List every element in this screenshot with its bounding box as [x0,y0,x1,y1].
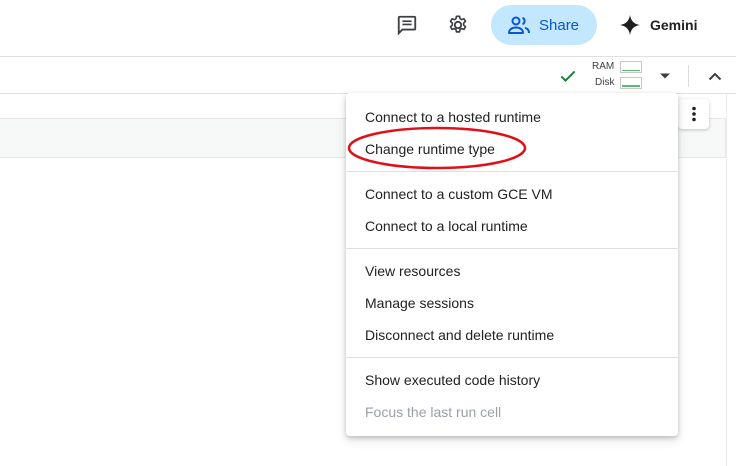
menu-item-disconnect-delete-runtime[interactable]: Disconnect and delete runtime [346,319,678,351]
share-label: Share [539,16,580,34]
menu-item-view-resources[interactable]: View resources [346,255,678,287]
menu-item-connect-local-runtime[interactable]: Connect to a local runtime [346,210,678,242]
menu-item-manage-sessions[interactable]: Manage sessions [346,287,678,319]
notebook-toolbar: RAM Disk [0,57,736,94]
comments-icon [397,15,417,36]
menu-divider [346,357,678,358]
check-icon [560,70,576,82]
collapse-header-button[interactable] [703,64,727,88]
ram-usage-graph[interactable] [620,61,642,73]
ram-label: RAM [592,61,615,72]
chevron-up-icon [708,72,722,81]
settings-button[interactable] [442,9,474,41]
menu-item-focus-last-run-cell: Focus the last run cell [365,404,502,420]
menu-divider [346,171,678,172]
menu-item-connect-hosted-runtime[interactable]: Connect to a hosted runtime [346,101,678,133]
disk-label: Disk [595,77,615,88]
menu-divider [346,248,678,249]
colab-page: Share Gemini RAM Disk Connect to a hoste… [0,0,736,466]
runtime-dropdown-button[interactable] [654,66,676,86]
more-vert-icon [691,106,696,122]
disk-usage-graph[interactable] [620,77,642,89]
people-icon [508,16,530,34]
top-header: Share Gemini [0,0,736,57]
gear-icon [449,15,467,33]
right-scroll-edge [726,94,727,466]
menu-item-show-executed-code-history[interactable]: Show executed code history [346,364,678,396]
toolbar-divider [688,65,689,87]
cell-more-button[interactable] [678,99,709,129]
menu-item-change-runtime-type[interactable]: Change runtime type [346,133,678,165]
gemini-label: Gemini [650,17,698,33]
share-button[interactable]: Share [491,5,597,45]
comments-button[interactable] [391,9,423,41]
sparkle-icon [620,15,640,35]
gemini-button[interactable]: Gemini [618,10,697,40]
runtime-menu: Connect to a hosted runtime Change runti… [346,93,678,436]
menu-item-connect-custom-gce-vm[interactable]: Connect to a custom GCE VM [346,178,678,210]
caret-down-icon [660,73,670,79]
